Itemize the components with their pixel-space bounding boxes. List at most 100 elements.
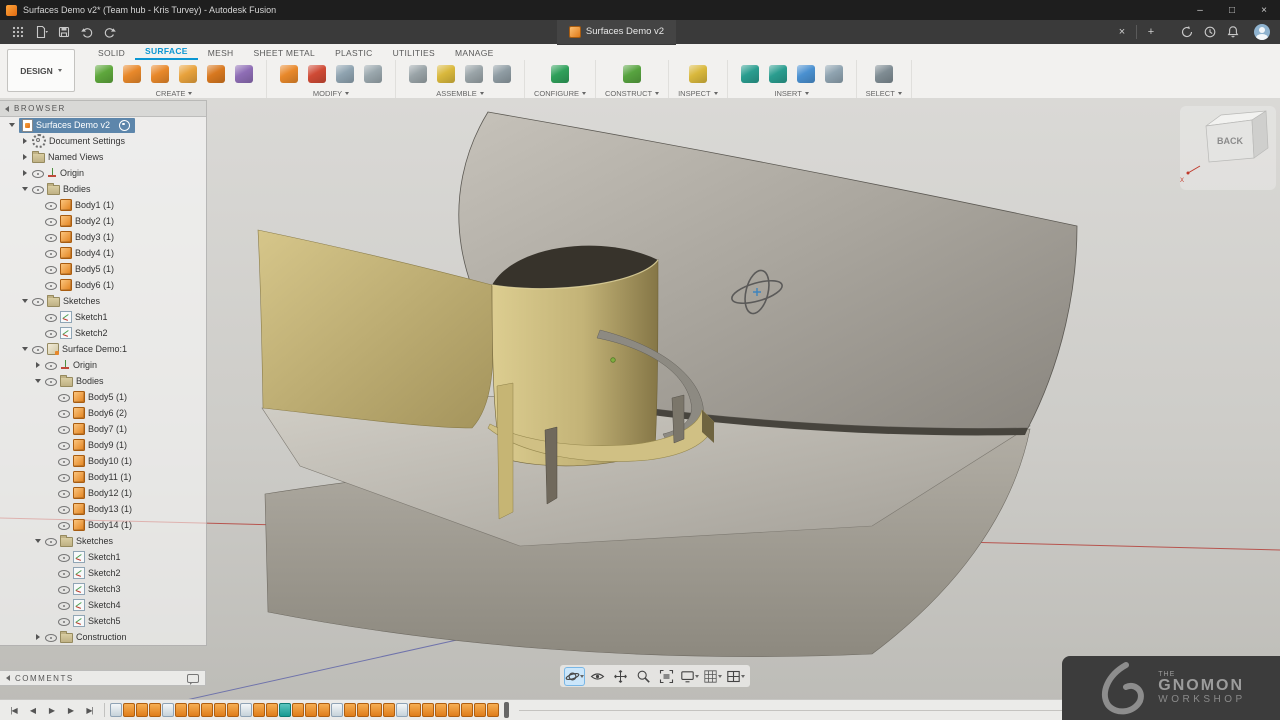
visibility-eye-icon[interactable] [45,376,57,386]
select-tool[interactable] [871,61,897,86]
browser-item[interactable]: Document Settings [0,133,206,149]
expander-open[interactable] [21,297,29,305]
group-label-insert[interactable]: INSERT [774,89,808,98]
timeline-feature-surface[interactable] [357,703,369,717]
visibility-eye-icon[interactable] [58,488,70,498]
timeline-feature-surface[interactable] [188,703,200,717]
new-component-tool[interactable] [405,61,431,86]
collapse-comments-icon[interactable] [6,675,10,681]
browser-item[interactable]: Body11 (1) [0,469,206,485]
browser-item[interactable]: Sketch2 [0,325,206,341]
timeline-feature-surface[interactable] [149,703,161,717]
group-label-assemble[interactable]: ASSEMBLE [436,89,483,98]
browser-item[interactable]: Body6 (1) [0,277,206,293]
timeline-feature-surface[interactable] [292,703,304,717]
tab-solid[interactable]: SOLID [88,48,135,60]
visibility-eye-icon[interactable] [45,312,57,322]
canvas-tool[interactable] [793,61,819,86]
browser-item[interactable]: Bodies [0,181,206,197]
expander-closed[interactable] [34,361,42,369]
tab-mesh[interactable]: MESH [198,48,244,60]
expander-open[interactable] [8,121,16,129]
insert-mesh-tool[interactable] [821,61,847,86]
visibility-eye-icon[interactable] [32,168,44,178]
timeline-feature-surface[interactable] [123,703,135,717]
patch-tool[interactable] [119,61,145,86]
step-forward-button[interactable]: ▶ [61,703,80,718]
timeline-feature-teal[interactable] [279,703,291,717]
browser-item[interactable]: Body6 (2) [0,405,206,421]
browser-item[interactable]: Construction [0,629,206,645]
workspace-selector[interactable]: DESIGN [7,49,75,92]
loft-tool[interactable] [175,61,201,86]
document-tab[interactable]: Surfaces Demo v2 [557,20,676,45]
browser-item[interactable]: Sketch3 [0,581,206,597]
unstitch-tool[interactable] [332,61,358,86]
joint-tool[interactable] [433,61,459,86]
timeline-feature-surface[interactable] [409,703,421,717]
timeline-feature-surface[interactable] [461,703,473,717]
expander-closed[interactable] [21,137,29,145]
group-label-modify[interactable]: MODIFY [313,89,349,98]
construct-plane-tool[interactable] [619,61,645,86]
visibility-eye-icon[interactable] [58,408,70,418]
group-label-inspect[interactable]: INSPECT [678,89,718,98]
visibility-eye-icon[interactable] [45,536,57,546]
browser-item[interactable]: Surface Demo:1 [0,341,206,357]
visibility-eye-icon[interactable] [45,328,57,338]
expander-closed[interactable] [34,633,42,641]
close-document-button[interactable]: × [1112,26,1132,38]
visibility-eye-icon[interactable] [58,584,70,594]
press-pull-tool[interactable] [276,61,302,86]
maximize-button[interactable]: □ [1216,0,1248,20]
timeline-feature-surface[interactable] [227,703,239,717]
timeline-feature-surface[interactable] [253,703,265,717]
expander-open[interactable] [34,537,42,545]
go-to-end-button[interactable]: ▶| [80,703,99,718]
visibility-eye-icon[interactable] [58,392,70,402]
browser-item[interactable]: Body5 (1) [0,389,206,405]
tab-utilities[interactable]: UTILITIES [383,48,445,60]
redo-icon[interactable] [98,22,121,42]
app-menu-icon[interactable] [6,22,29,42]
timeline-feature-sketch[interactable] [240,703,252,717]
browser-item[interactable]: Body1 (1) [0,197,206,213]
job-status-icon[interactable] [1175,22,1198,42]
timeline-marker[interactable] [504,702,509,718]
visibility-eye-icon[interactable] [45,232,57,242]
browser-item[interactable]: Origin [0,165,206,181]
updates-icon[interactable] [1198,22,1221,42]
nav-zoom[interactable] [634,668,653,685]
visibility-eye-icon[interactable] [58,440,70,450]
as-built-joint-tool[interactable] [461,61,487,86]
visibility-eye-icon[interactable] [32,296,44,306]
timeline-feature-surface[interactable] [201,703,213,717]
tab-sheet-metal[interactable]: SHEET METAL [244,48,326,60]
nav-grid-settings[interactable] [703,668,722,685]
browser-item[interactable]: Body7 (1) [0,421,206,437]
timeline-feature-surface[interactable] [136,703,148,717]
browser-item[interactable]: Sketch5 [0,613,206,629]
minimize-button[interactable]: – [1184,0,1216,20]
visibility-eye-icon[interactable] [32,184,44,194]
browser-item[interactable]: Sketches [0,293,206,309]
visibility-eye-icon[interactable] [58,616,70,626]
create-sketch-tool[interactable] [91,61,117,86]
group-label-configure[interactable]: CONFIGURE [534,89,586,98]
viewport[interactable]: BACK X BROWSER Surfaces Demo v2Document … [0,98,1280,720]
visibility-eye-icon[interactable] [58,456,70,466]
browser-item[interactable]: Sketches [0,533,206,549]
activate-component-radio[interactable] [119,120,130,131]
visibility-eye-icon[interactable] [58,472,70,482]
close-button[interactable]: × [1248,0,1280,20]
timeline-feature-surface[interactable] [422,703,434,717]
nav-pan[interactable] [611,668,630,685]
browser-item[interactable]: Sketch4 [0,597,206,613]
visibility-eye-icon[interactable] [45,280,57,290]
expander-closed[interactable] [21,153,29,161]
expander-open[interactable] [21,345,29,353]
offset-tool[interactable] [203,61,229,86]
timeline-feature-surface[interactable] [370,703,382,717]
viewcube[interactable]: BACK X [1180,106,1276,190]
nav-look-at[interactable] [588,668,607,685]
